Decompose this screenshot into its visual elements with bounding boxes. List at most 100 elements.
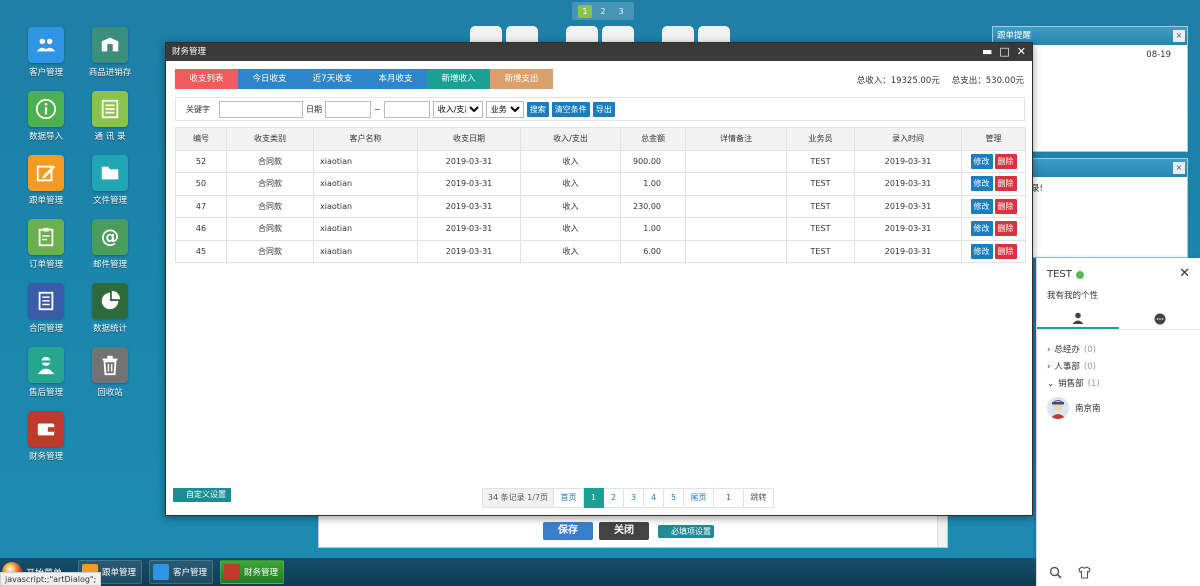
- delete-button[interactable]: 删除: [994, 198, 1017, 214]
- table-cell: 45: [175, 239, 227, 263]
- taskbar-item-label: 跟单管理: [102, 568, 137, 578]
- contact-group[interactable]: › 人事部 (0): [1047, 359, 1197, 376]
- row-actions: 修改 删除: [961, 239, 1026, 263]
- files-icon: [92, 155, 128, 191]
- export-button[interactable]: 导出: [592, 101, 615, 117]
- desktop-icon-label: 通 讯 录: [94, 132, 126, 142]
- jump-button[interactable]: 跳转: [744, 488, 774, 508]
- desktop-icon-recycle-bin[interactable]: 回收站: [80, 347, 140, 398]
- table-cell: 收入: [520, 239, 621, 263]
- page-jump-input[interactable]: 1: [714, 488, 744, 508]
- contacts-icon: [92, 91, 128, 127]
- desktop-icon-label: 数据导入: [28, 132, 63, 142]
- taskbar-item[interactable]: 财务管理: [220, 560, 284, 584]
- close-icon[interactable]: ×: [1173, 162, 1185, 174]
- delete-button[interactable]: 删除: [994, 243, 1017, 259]
- tab-1[interactable]: 今日收支: [238, 69, 301, 89]
- svg-text:@: @: [101, 227, 119, 248]
- dialog-scrollbar[interactable]: [937, 513, 947, 547]
- contact-member[interactable]: 南京南: [1047, 397, 1197, 419]
- column-header: 详情备注: [685, 127, 787, 151]
- tab-messages[interactable]: [1119, 308, 1200, 329]
- required-settings-button[interactable]: 必填项设置: [658, 525, 714, 538]
- desktop-page-1[interactable]: 1: [578, 4, 592, 18]
- edit-button[interactable]: 修改: [970, 198, 993, 214]
- delete-button[interactable]: 删除: [994, 221, 1017, 237]
- chevron-icon: ⌄: [1047, 379, 1055, 389]
- status-bar-url: javascript:;"artDialog";: [0, 572, 102, 586]
- close-button[interactable]: 关闭: [599, 522, 649, 540]
- maximize-icon[interactable]: □: [999, 43, 1009, 61]
- page-2-button[interactable]: 2: [604, 488, 624, 508]
- tab-0[interactable]: 收支列表: [175, 69, 238, 89]
- clear-conditions-button[interactable]: 清空条件: [551, 101, 590, 117]
- desktop-icon-statistics[interactable]: 数据统计: [80, 283, 140, 334]
- aftersales-icon: [28, 347, 64, 383]
- close-icon[interactable]: ✕: [1179, 266, 1190, 281]
- keyword-input[interactable]: [219, 100, 303, 118]
- column-header: 收支类别: [226, 127, 314, 151]
- row-actions: 修改 删除: [961, 194, 1026, 218]
- column-header: 编号: [175, 127, 227, 151]
- date-start-input[interactable]: [325, 100, 371, 118]
- page-4-button[interactable]: 4: [644, 488, 664, 508]
- desktop-page-3[interactable]: 3: [614, 5, 628, 18]
- shirt-icon[interactable]: [1078, 565, 1091, 579]
- desktop-icon-aftersales[interactable]: 售后管理: [16, 347, 76, 398]
- close-icon[interactable]: ×: [1173, 30, 1185, 42]
- tab-2[interactable]: 近7天收支: [301, 69, 364, 89]
- desktop-icon-contacts[interactable]: 通 讯 录: [80, 91, 140, 142]
- contact-group[interactable]: › 总经办 (0): [1047, 342, 1197, 359]
- taskbar-item[interactable]: 客户管理: [149, 560, 213, 584]
- desktop-icon-finance[interactable]: 财务管理: [16, 411, 76, 462]
- table-cell: xiaotian: [313, 172, 418, 196]
- contact-group[interactable]: ⌄ 销售部 (1): [1047, 376, 1197, 393]
- table-cell: xiaotian: [313, 239, 418, 263]
- close-icon[interactable]: ✕: [1017, 43, 1026, 61]
- desktop-icon-contracts[interactable]: 合同管理: [16, 283, 76, 334]
- desktop-page-2[interactable]: 2: [596, 5, 610, 18]
- minimize-icon[interactable]: ▬: [982, 43, 992, 61]
- statistics-icon: [92, 283, 128, 319]
- desktop-icon-products[interactable]: 商品进销存: [80, 27, 140, 78]
- tab-5[interactable]: 新增支出: [490, 69, 553, 89]
- first-page-button[interactable]: 首页: [554, 488, 584, 508]
- edit-button[interactable]: 修改: [970, 221, 993, 237]
- edit-button[interactable]: 修改: [970, 243, 993, 259]
- page-1-button[interactable]: 1: [584, 488, 604, 508]
- desktop-icon-customers[interactable]: 客户管理: [16, 27, 76, 78]
- edit-button[interactable]: 修改: [970, 176, 993, 192]
- window-titlebar[interactable]: 财务管理 ▬ □ ✕: [166, 43, 1032, 61]
- save-button[interactable]: 保存: [543, 522, 593, 540]
- table-cell: 47: [175, 194, 227, 218]
- page-3-button[interactable]: 3: [624, 488, 644, 508]
- desktop-icon-followup[interactable]: 跟单管理: [16, 155, 76, 206]
- tab-4[interactable]: 新增收入: [427, 69, 490, 89]
- chat-signature[interactable]: 我有我的个性: [1047, 289, 1098, 301]
- income-expense-select[interactable]: 收入/支出: [432, 100, 483, 118]
- page-5-button[interactable]: 5: [664, 488, 684, 508]
- delete-button[interactable]: 删除: [994, 176, 1017, 192]
- tab-contacts[interactable]: [1037, 308, 1119, 329]
- desktop-icon-import[interactable]: 数据导入: [16, 91, 76, 142]
- taskbar-item-label: 财务管理: [244, 568, 279, 578]
- desktop-icon-files[interactable]: 文件管理: [80, 155, 140, 206]
- desktop-icon-label: 文件管理: [92, 196, 127, 206]
- delete-button[interactable]: 删除: [994, 153, 1017, 169]
- edit-button[interactable]: 修改: [970, 153, 993, 169]
- tab-3[interactable]: 本月收支: [364, 69, 427, 89]
- custom-settings-button[interactable]: 自定义设置: [173, 488, 231, 502]
- column-header: 收支日期: [417, 127, 521, 151]
- desktop-icon-orders[interactable]: 订单管理: [16, 219, 76, 270]
- salesman-select[interactable]: 业务员: [485, 100, 524, 118]
- table-cell: TEST: [786, 172, 855, 196]
- search-button[interactable]: 搜索: [526, 101, 549, 117]
- date-end-input[interactable]: [383, 100, 430, 118]
- desktop-icon-label: 售后管理: [28, 388, 63, 398]
- last-page-button[interactable]: 尾页: [684, 488, 714, 508]
- chat-bubble-icon: [1154, 313, 1166, 324]
- table-cell: 230.00: [620, 194, 686, 218]
- desktop-icon-mail[interactable]: @ 邮件管理: [80, 219, 140, 270]
- table-cell: 收入: [520, 217, 621, 241]
- search-icon[interactable]: [1049, 566, 1062, 579]
